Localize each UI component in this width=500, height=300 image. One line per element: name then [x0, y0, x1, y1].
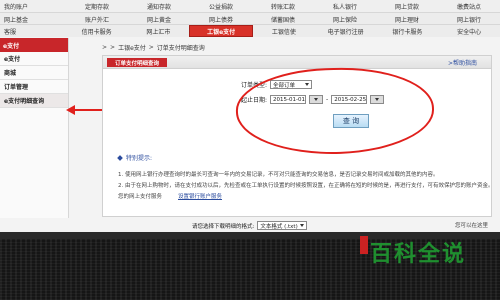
breadcrumb-separator: > — [102, 44, 108, 51]
start-date-picker[interactable] — [309, 95, 324, 104]
breadcrumb-separator: > — [110, 44, 116, 51]
date-range-row: 起止日期: 2015-01-01 - 2015-02-25 — [241, 95, 385, 104]
query-button[interactable]: 查 询 — [333, 114, 369, 128]
menu-item[interactable]: 缴费站点 — [438, 0, 500, 12]
download-format-value: 文本格式 (.txt) — [260, 223, 298, 230]
tips-title-text: 特别提示: — [126, 155, 153, 162]
breadcrumb-link-e-payment[interactable]: 工银e支付 — [118, 43, 146, 52]
menu-item[interactable]: 电子银行注册 — [315, 25, 377, 37]
panel-title: 订单支付明细查询 — [107, 58, 167, 67]
download-format-label: 请您选择下载明细的格式: — [192, 223, 255, 230]
menu-item[interactable]: 网上汇市 — [128, 25, 190, 37]
annotation-arrow-head — [66, 105, 75, 115]
chevron-down-icon — [314, 98, 319, 101]
menu-item[interactable]: 网上贷款 — [376, 0, 438, 12]
download-format-select[interactable]: 文本格式 (.txt) — [257, 221, 308, 230]
order-type-select[interactable]: 全部订单 — [270, 80, 313, 89]
chevron-down-icon — [305, 83, 310, 86]
breadcrumb-current: 订单支付明细查询 — [156, 45, 205, 52]
sidebar-header: e支付 — [0, 38, 68, 52]
breadcrumb-separator: > — [148, 44, 154, 51]
menu-item[interactable]: 银行卡服务 — [377, 25, 439, 37]
start-date-input[interactable]: 2015-01-01 — [270, 95, 307, 104]
menu-item-e-payment[interactable]: 工银e支付 — [189, 25, 253, 37]
end-date-input[interactable]: 2015-02-25 — [331, 95, 368, 104]
menu-item[interactable]: 信用卡服务 — [66, 25, 128, 37]
chevron-down-icon — [300, 224, 305, 227]
query-form: 订单类型: 全部订单 起止日期: 2015-01-01 - 2015-02-25… — [241, 74, 411, 129]
menu-item[interactable]: 安全中心 — [438, 25, 500, 37]
sidebar-item-order-management[interactable]: 订单管理 — [0, 80, 68, 94]
panel-title-bar: 订单支付明细查询 >帮助指南 — [103, 56, 491, 69]
date-separator: - — [326, 96, 329, 103]
top-menu: 我的账户 定期存款 通知存款 公益捐款 转账汇款 私人银行 网上贷款 缴费站点 … — [0, 0, 500, 37]
end-date-picker[interactable] — [370, 95, 385, 104]
tip-line-1: 1. 使用网上银行办理查询时的最长可查询一年内的交易记录，不可对只能查询的交易信… — [118, 172, 439, 178]
bank-service-link[interactable]: 设置银行账户服务 — [178, 192, 222, 200]
date-range-label: 起止日期: — [241, 97, 268, 104]
order-type-label: 订单类型: — [241, 82, 268, 89]
menu-row-1: 我的账户 定期存款 通知存款 公益捐款 转账汇款 私人银行 网上贷款 缴费站点 — [0, 0, 500, 12]
menu-item[interactable]: 私人银行 — [314, 0, 376, 12]
order-type-value: 全部订单 — [273, 82, 296, 89]
tip-bullet-icon — [117, 154, 123, 161]
sidebar-item-mall[interactable]: 商城 — [0, 66, 68, 80]
right-note: 您可以在这里 — [455, 223, 489, 229]
help-link[interactable]: >帮助指南 — [448, 58, 477, 67]
sidebar: e支付 e支付 商城 订单管理 e支付明细查询 — [0, 38, 69, 218]
menu-item[interactable]: 工银信使 — [253, 25, 315, 37]
sidebar-item-e-payment[interactable]: e支付 — [0, 52, 68, 66]
menu-item[interactable]: 定期存款 — [66, 0, 128, 12]
tip-line-2: 2. 由于在网上购物时，请在支付成功以后，先检查或在工单执行设置的时候按照设置，… — [118, 183, 494, 189]
sidebar-item-payment-detail-query[interactable]: e支付明细查询 — [0, 94, 68, 108]
tip-line-3: 您的网上支付服务 — [118, 194, 163, 200]
menu-item[interactable]: 客服 — [0, 25, 66, 37]
menu-item[interactable]: 转账汇款 — [252, 0, 314, 12]
breadcrumb: > > 工银e支付 > 订单支付明细查询 — [102, 43, 205, 52]
watermark-accent — [360, 236, 368, 254]
order-type-row: 订单类型: 全部订单 — [241, 80, 313, 89]
menu-item[interactable]: 通知存款 — [128, 0, 190, 12]
help-link-label: 帮助指南 — [452, 60, 477, 67]
tips-title: 特别提示: — [117, 153, 153, 162]
download-format-row: 请您选择下载明细的格式: 文本格式 (.txt) — [192, 221, 308, 230]
chevron-down-icon — [375, 98, 380, 101]
menu-row-3: 客服 信用卡服务 网上汇市 工银e支付 工银信使 电子银行注册 银行卡服务 安全… — [0, 24, 500, 37]
menu-item[interactable]: 公益捐款 — [190, 0, 252, 12]
menu-item[interactable]: 我的账户 — [0, 0, 66, 12]
watermark-logo: 百科全说 — [370, 242, 467, 267]
